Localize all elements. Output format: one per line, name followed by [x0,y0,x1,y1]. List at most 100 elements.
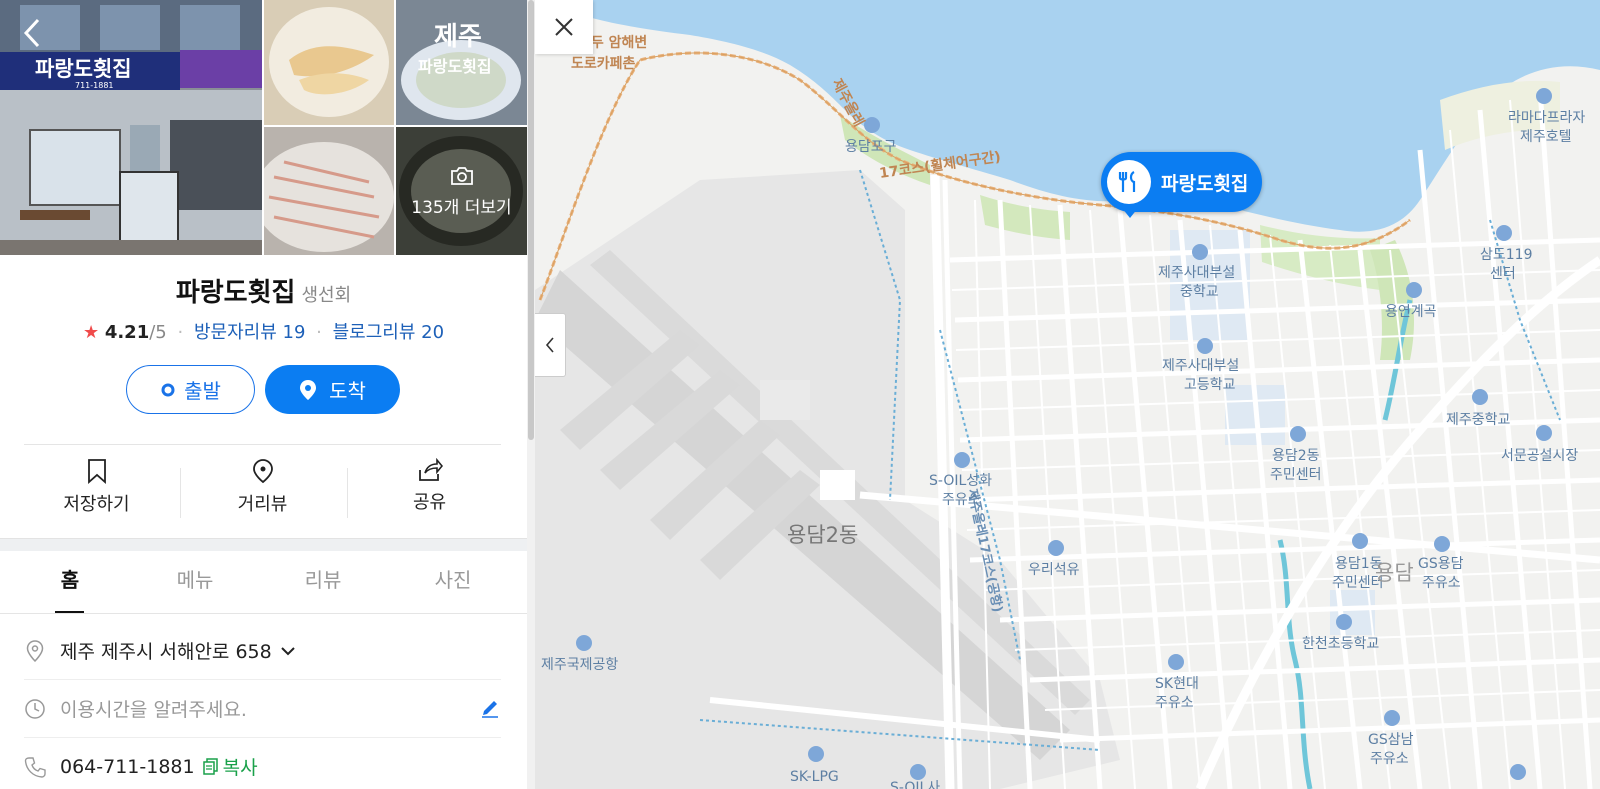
place-marker[interactable]: 파랑도횟집 [1101,152,1263,212]
hours-placeholder: 이용시간을 알려주세요. [60,699,247,721]
phone-number: 064-711-1881 [60,755,195,778]
copy-label: 복사 [222,757,258,779]
divider [24,737,501,738]
storefront-sign-phone: 711-1881 [75,81,114,90]
photo-food-1[interactable] [264,0,394,125]
map-label-gs-yongdam-1: GS용담 [1418,556,1464,572]
clock-icon [25,698,45,719]
phone-row[interactable]: 064-711-1881 복사 [24,753,501,780]
origin-dot-icon [161,383,175,396]
share-button[interactable]: 공유 [346,458,513,518]
chevron-down-icon[interactable] [280,645,296,657]
marker-label: 파랑도횟집 [1161,172,1249,195]
storefront-sign-text: 파랑도횟집 [35,57,132,81]
map-label-beach-cafe-2: 도로카페촌 [571,56,636,72]
location-pin-icon [300,379,317,400]
close-button[interactable] [535,0,593,54]
start-button-label: 출발 [184,379,221,403]
map-label-soil-2: 주유소 [942,492,981,508]
map-canvas[interactable]: 도두 암해변 도로카페촌 17코스(휠체어구간) 제주올레 제주올레17코스(공… [535,0,1600,789]
map-label-ramada-1: 라마다프라자 [1508,110,1585,126]
map-label-gs-yongdam-2: 주유소 [1422,575,1461,591]
map-view[interactable]: 도두 암해변 도로카페촌 17코스(휠체어구간) 제주올레 제주올레17코스(공… [535,0,1600,789]
photo-food-2[interactable]: 제주 파랑도횟집 [396,0,527,125]
photo-overlay-text: 제주 [434,22,482,52]
map-label-samdo-119-2: 센터 [1490,266,1516,282]
save-label: 저장하기 [63,494,130,515]
map-label-yongdam-big: 용담 [1375,561,1414,585]
location-pin-icon [26,639,44,662]
map-label-jeju-middle-school: 제주중학교 [1446,412,1511,428]
photo-more-overlay[interactable]: 135개 더보기 [396,127,527,255]
copy-icon [202,757,218,775]
photo-overlay-sub: 파랑도횟집 [418,57,492,76]
map-label-jeju-high-1: 제주사대부설 [1162,358,1239,374]
map-label-yongdam2-center-2: 주민센터 [1270,467,1322,483]
map-label-sk-2: 주유소 [1155,695,1194,711]
photo-more-label: 135개 더보기 [411,197,512,218]
map-label-jeju-middle-2: 중학교 [1180,284,1219,300]
panel-scrollbar-thumb[interactable] [528,0,534,440]
photo-storefront[interactable]: 파랑도횟집 711-1881 [0,0,262,255]
map-label-gs-samnam-1: GS삼남 [1368,732,1414,748]
address-text: 제주 제주시 서해안로 658 [60,641,272,663]
map-label-ramada-2: 제주호텔 [1520,129,1572,145]
address-row[interactable]: 제주 제주시 서해안로 658 [24,637,501,664]
divider [24,444,501,445]
street-view-label: 거리뷰 [237,494,288,515]
map-label-airport: 제주국제공항 [541,657,618,673]
map-pin-outline-icon [252,459,273,484]
map-label-sk-1: SK현대 [1155,676,1199,692]
star-icon: ★ [82,322,100,343]
rating-max: /5 [149,322,167,343]
map-label-samdo-119-1: 삼도119 [1480,247,1532,263]
hours-row[interactable]: 이용시간을 알려주세요. [24,695,501,722]
tab-reviews[interactable]: 리뷰 [259,564,387,612]
place-name: 파랑도횟집 [175,278,296,308]
divider [24,679,501,680]
rating-value: 4.21 [104,322,150,343]
place-panel: 파랑도횟집 711-1881 제주 파랑도횟집 135개 더보기 파랑도횟집 생… [0,0,527,789]
collapse-panel-button[interactable] [535,313,566,377]
rating-row: ★ 4.21/5 · 방문자리뷰 19 · 블로그리뷰 20 [0,318,527,344]
pencil-icon[interactable] [479,697,501,719]
street-view-button[interactable]: 거리뷰 [179,458,346,518]
map-label-yongdam-port: 용담포구 [845,139,897,155]
tab-home[interactable]: 홈 [6,564,134,612]
share-icon [418,458,443,481]
arrive-button-label: 도착 [329,379,366,403]
place-category: 생선회 [301,285,352,306]
section-band [0,538,527,551]
share-label: 공유 [412,492,447,513]
divider [0,613,527,614]
map-label-gs-samnam-2: 주유소 [1370,751,1409,767]
copy-button[interactable]: 복사 [202,753,258,780]
map-label-soil-1: S-OIL성화 [929,473,992,489]
separator-dot: · [177,322,184,343]
map-label-sk-lpg: SK-LPG [790,769,839,785]
map-label-yongyeon: 용연계곡 [1385,304,1437,320]
map-label-jeju-middle-1: 제주사대부설 [1158,265,1235,281]
map-label-yongdam2-center-1: 용담2동 [1272,448,1320,464]
marker-pointer [1122,208,1138,218]
map-label-seomun-market: 서문공설시장 [1501,448,1578,464]
photo-food-3[interactable] [264,127,394,255]
chevron-left-icon [23,18,40,48]
place-title-row: 파랑도횟집 생선회 [0,272,527,309]
blog-reviews-link[interactable]: 블로그리뷰 20 [333,322,444,343]
visitor-reviews-link[interactable]: 방문자리뷰 19 [194,322,305,343]
tab-photos[interactable]: 사진 [389,564,517,612]
phone-icon [24,756,46,778]
bookmark-icon [87,459,106,484]
back-button[interactable] [18,14,48,52]
save-button[interactable]: 저장하기 [13,458,180,518]
close-icon [555,18,573,36]
map-label-hancheon-school: 한천초등학교 [1302,636,1379,652]
arrive-button[interactable]: 도착 [265,365,400,414]
photo-gallery[interactable]: 파랑도횟집 711-1881 제주 파랑도횟집 135개 더보기 [0,0,527,255]
separator-dot: · [316,322,322,343]
start-button[interactable]: 출발 [126,365,255,414]
restaurant-icon [1107,160,1151,204]
tab-menu[interactable]: 메뉴 [131,564,259,612]
chevron-left-icon [545,337,554,353]
